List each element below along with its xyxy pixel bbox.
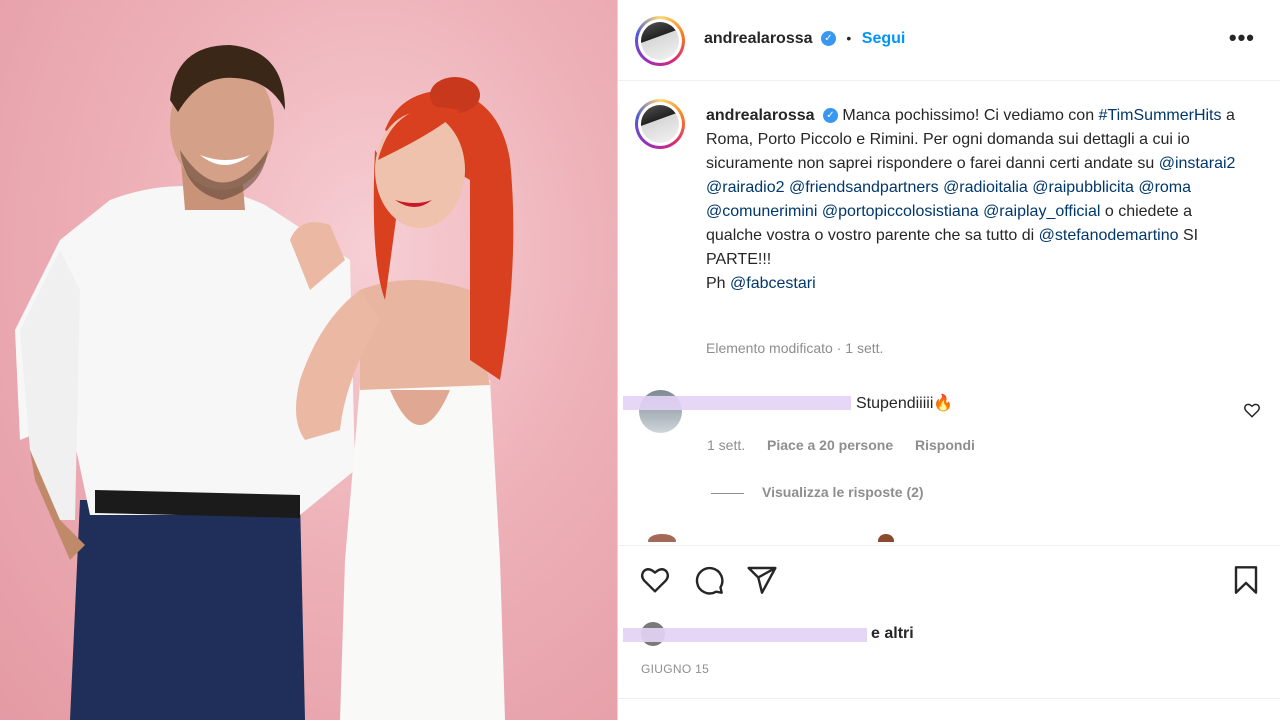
caption-avatar[interactable] (635, 99, 685, 149)
post-photo (0, 0, 617, 720)
post-side-panel: andrealarossa ✓ • Segui ••• andrealaross… (617, 0, 1280, 720)
likes-summary[interactable]: e altri (618, 620, 1280, 650)
verified-icon: ✓ (820, 31, 836, 47)
follow-button[interactable]: Segui (862, 30, 906, 47)
view-replies-button[interactable]: Visualizza le risposte (2) (711, 484, 924, 500)
comment-likes[interactable]: Piace a 20 persone (767, 437, 893, 453)
replies-line (711, 492, 744, 494)
comment-time: 1 sett. (707, 437, 746, 453)
caption-tag-link[interactable]: @roma (1138, 179, 1191, 196)
header-user-row: andrealarossa ✓ • Segui (704, 30, 905, 48)
caption-username[interactable]: andrealarossa (706, 107, 815, 124)
header-avatar[interactable] (635, 16, 685, 66)
view-replies-label: Visualizza le risposte (2) (762, 484, 924, 500)
next-comment-peek (638, 534, 898, 542)
post-actions-bar (618, 545, 1280, 620)
caption-tag-link[interactable]: @comunerimini (706, 203, 817, 220)
caption-tag-link[interactable]: @stefanodemartino (1039, 227, 1179, 244)
caption-tag-link[interactable]: @raipubblicita (1032, 179, 1134, 196)
header-username[interactable]: andrealarossa (704, 30, 813, 47)
caption-tag-link[interactable]: #TimSummerHits (1099, 107, 1222, 124)
share-icon[interactable] (746, 564, 778, 596)
caption-tag-link[interactable]: @friendsandpartners (789, 179, 939, 196)
photo-credit-tag[interactable]: @fabcestari (730, 275, 816, 292)
verified-icon: ✓ (822, 108, 838, 124)
comment-icon[interactable] (693, 564, 725, 596)
caption-tag-link[interactable]: @portopiccolosistiana (822, 203, 979, 220)
post-header: andrealarossa ✓ • Segui ••• (618, 0, 1280, 81)
caption-tag-link[interactable]: @rairadio2 (706, 179, 785, 196)
add-comment-bar (618, 698, 1280, 721)
reply-button[interactable]: Rispondi (915, 437, 975, 453)
caption-text-segment: Manca pochissimo! Ci vediamo con (842, 107, 1099, 124)
comment-meta: 1 sett. Piace a 20 persone Rispondi (707, 437, 993, 453)
likes-others[interactable]: e altri (871, 625, 914, 643)
redacted-likers (623, 628, 867, 642)
caption-tag-link[interactable]: @radioitalia (943, 179, 1028, 196)
post-caption: andrealarossa ✓ Manca pochissimo! Ci ved… (706, 104, 1246, 296)
caption-tag-link[interactable]: @raiplay_official (983, 203, 1100, 220)
more-options-icon[interactable]: ••• (1229, 27, 1255, 49)
post-date[interactable]: GIUGNO 15 (641, 662, 709, 676)
comment-heart-icon[interactable] (1243, 401, 1261, 419)
caption-meta: Elemento modificato · 1 sett. (706, 340, 884, 356)
caption-tag-link[interactable]: @instarai2 (1159, 155, 1236, 172)
photo-credit-prefix: Ph (706, 275, 731, 292)
caption-text: Manca pochissimo! Ci vediamo con #TimSum… (706, 107, 1235, 268)
save-icon[interactable] (1230, 564, 1262, 596)
redacted-username (623, 396, 851, 410)
comment-text: Stupendiiiii🔥 (856, 395, 954, 412)
comment-item: Stupendiiiii🔥 1 sett. Piace a 20 persone… (618, 385, 1280, 465)
heart-icon[interactable] (639, 564, 671, 596)
post-photo-illustration (15, 45, 514, 720)
separator-dot: • (846, 30, 852, 46)
